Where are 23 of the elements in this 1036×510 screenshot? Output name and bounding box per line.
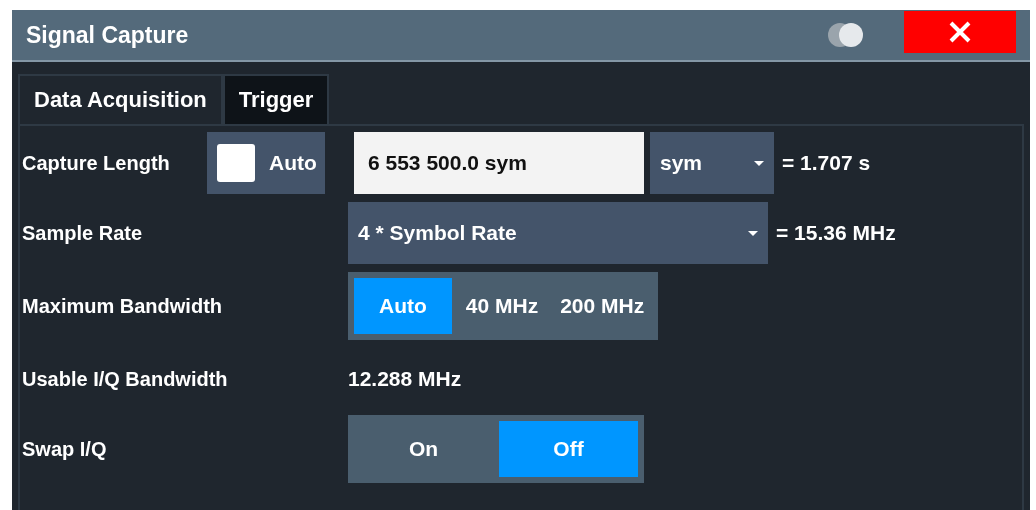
checkbox-label: Auto [269, 151, 317, 175]
tab[interactable]: Trigger [222, 74, 330, 124]
option-button[interactable]: 200 MHz [552, 278, 653, 334]
capture-length-field[interactable]: 6 553 500.0 sym [354, 132, 644, 194]
window-title: Signal Capture [26, 21, 190, 49]
sample-rate-dropdown[interactable]: 4 * Symbol Rate [348, 202, 768, 264]
close-button[interactable] [904, 11, 1016, 53]
close-icon [949, 21, 971, 43]
setting-label: Swap I/Q [22, 437, 107, 461]
setting-label: Maximum Bandwidth [22, 294, 222, 318]
auto-checkbox-group[interactable]: Auto [207, 132, 325, 194]
option-button[interactable]: 40 MHz [457, 278, 547, 334]
setting-label: Capture Length [22, 151, 171, 175]
setting-label: Usable I/Q Bandwidth [22, 367, 228, 391]
option-button[interactable]: On [354, 421, 493, 477]
overlapping-circles-icon[interactable] [828, 22, 864, 48]
setting-label: Sample Rate [22, 221, 143, 245]
checkbox[interactable] [217, 144, 255, 182]
tab[interactable]: Data Acquisition [18, 74, 223, 124]
result-value: = 1.707 s [782, 151, 871, 175]
unit-dropdown[interactable]: sym [650, 132, 774, 194]
result-value: = 15.36 MHz [776, 221, 896, 245]
readout-value: 12.288 MHz [348, 367, 462, 391]
